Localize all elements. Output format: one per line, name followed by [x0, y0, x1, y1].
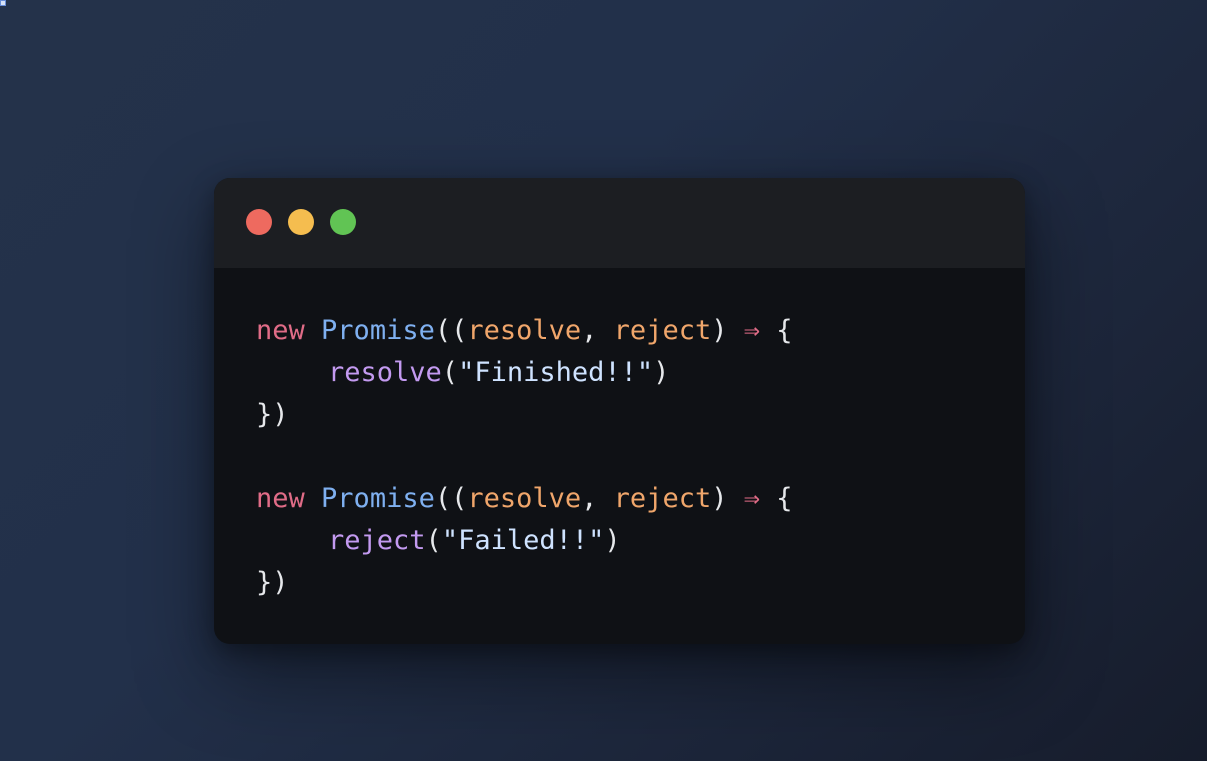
param-token: reject	[613, 315, 712, 346]
close-window-dot[interactable]	[246, 209, 272, 235]
keyword-token: new	[256, 483, 305, 514]
keyword-token: new	[256, 315, 305, 346]
comma-token: ,	[581, 483, 614, 514]
code-line-3: })	[256, 394, 793, 436]
code-line-6: reject("Failed!!")	[256, 520, 793, 562]
brace-token: {	[776, 315, 793, 346]
paren-token: )	[604, 525, 621, 556]
maximize-window-dot[interactable]	[330, 209, 356, 235]
brace-token: {	[776, 483, 793, 514]
arrow-token: ⇒	[743, 315, 761, 346]
paren-token: (	[441, 357, 459, 388]
paren-token: (	[425, 525, 442, 556]
param-token: resolve	[467, 315, 582, 346]
class-token: Promise	[321, 483, 435, 514]
param-token: resolve	[467, 483, 582, 514]
function-call-token: reject	[328, 525, 426, 556]
function-call-token: resolve	[328, 357, 442, 388]
closing-token: })	[256, 399, 289, 430]
closing-token: })	[256, 567, 289, 598]
class-token: Promise	[321, 315, 435, 346]
window-titlebar	[214, 178, 1025, 268]
code-window: new Promise((resolve, reject) ⇒ {resolve…	[214, 178, 1025, 644]
arrow-token: ⇒	[743, 483, 761, 514]
code-editor: new Promise((resolve, reject) ⇒ {resolve…	[256, 310, 793, 604]
minimize-window-dot[interactable]	[288, 209, 314, 235]
paren-token: ((	[434, 315, 468, 346]
paren-token: )	[711, 315, 728, 346]
code-line-1: new Promise((resolve, reject) ⇒ {	[256, 310, 793, 352]
code-line-2: resolve("Finished!!")	[256, 352, 793, 394]
string-token: "Failed!!"	[441, 525, 605, 556]
code-line-5: new Promise((resolve, reject) ⇒ {	[256, 478, 793, 520]
code-line-7: })	[256, 562, 793, 604]
corner-marker	[0, 0, 6, 6]
comma-token: ,	[581, 315, 614, 346]
paren-token: )	[711, 483, 728, 514]
paren-token: )	[653, 357, 670, 388]
param-token: reject	[613, 483, 712, 514]
paren-token: ((	[434, 483, 468, 514]
string-token: "Finished!!"	[458, 357, 654, 388]
